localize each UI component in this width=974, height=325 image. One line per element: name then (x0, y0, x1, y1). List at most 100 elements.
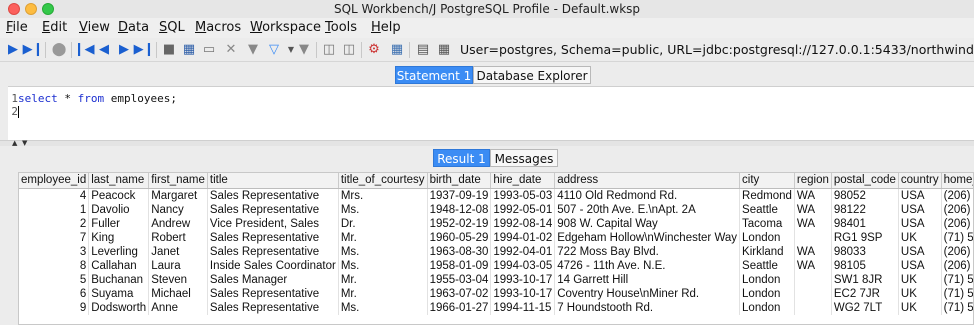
table-cell[interactable]: (71) 555-4848 (941, 273, 973, 287)
table-cell[interactable]: Sales Representative (207, 203, 339, 217)
table-cell[interactable]: Seattle (739, 259, 795, 273)
table-cell[interactable]: 1958-01-09 (427, 259, 492, 273)
table-cell[interactable]: Mrs. (338, 188, 428, 203)
table-cell[interactable]: USA (898, 203, 942, 217)
table-cell[interactable]: Inside Sales Coordinator (207, 259, 339, 273)
table-cell[interactable]: Mr. (338, 231, 428, 245)
table-cell[interactable]: 4110 Old Redmond Rd. (554, 188, 741, 203)
column-header-last-name[interactable]: last_name (88, 173, 150, 189)
column-header-title[interactable]: title (207, 173, 339, 189)
table-cell[interactable]: 507 - 20th Ave. E.\nApt. 2A (554, 203, 741, 217)
table-cell[interactable]: London (739, 287, 795, 301)
menu-help[interactable]: Help (371, 20, 401, 36)
menu-macros[interactable]: Macros (195, 20, 241, 36)
column-header-employee-id[interactable]: employee_id (19, 173, 90, 189)
last-icon[interactable]: ▶❙ (134, 41, 155, 59)
table-cell[interactable]: UK (898, 231, 942, 245)
column-header-region[interactable]: region (794, 173, 832, 189)
table-cell[interactable]: WA (794, 259, 832, 273)
table-cell[interactable]: (71) 555-4444 (941, 301, 973, 315)
menu-sql[interactable]: SQL (159, 20, 185, 36)
table-cell[interactable]: Peacock (88, 188, 150, 203)
table-cell[interactable]: RG1 9SP (831, 231, 899, 245)
table-cell[interactable]: (206) 555-3412 (941, 245, 973, 259)
export-icon[interactable]: ◫ (340, 41, 358, 59)
table-cell[interactable]: (71) 555-7773 (941, 287, 973, 301)
table-cell[interactable]: 98401 (831, 217, 899, 231)
table-cell[interactable]: Mr. (338, 273, 428, 287)
table-cell[interactable]: WA (794, 188, 832, 203)
table-cell[interactable]: Seattle (739, 203, 795, 217)
close-window-button[interactable] (8, 3, 20, 15)
table-cell[interactable] (794, 231, 832, 245)
tab-database-explorer-2[interactable]: Database Explorer 2 (473, 66, 591, 101)
column-header-hire-date[interactable]: hire_date (490, 173, 556, 189)
first-icon[interactable]: ❙◀ (74, 41, 95, 59)
table-cell[interactable]: USA (898, 217, 942, 231)
table-row[interactable]: 1 Davolio Nancy Sales Representative Ms. 1948… (19, 203, 973, 217)
table-cell[interactable]: UK (898, 287, 942, 301)
table-cell[interactable]: USA (898, 188, 942, 203)
table-cell[interactable]: USA (898, 245, 942, 259)
sql-editor[interactable]: 1select * from employees; 2 (8, 86, 974, 140)
table-row[interactable]: 6 Suyama Michael Sales Representative Mr. 196… (19, 287, 973, 301)
table-cell[interactable]: Kirkland (739, 245, 795, 259)
menu-edit[interactable]: Edit (42, 20, 67, 36)
table-cell[interactable]: Ms. (338, 301, 428, 315)
table-cell[interactable]: 1937-09-19 (427, 188, 492, 203)
table-cell[interactable]: 4726 - 11th Ave. N.E. (554, 259, 741, 273)
minimize-window-button[interactable] (25, 3, 37, 15)
table-cell[interactable]: 14 Garrett Hill (554, 273, 741, 287)
table-cell[interactable]: UK (898, 273, 942, 287)
table-cell[interactable]: 7 Houndstooth Rd. (554, 301, 741, 315)
table-cell[interactable]: 1993-05-03 (490, 188, 556, 203)
table-cell[interactable]: 1992-08-14 (490, 217, 556, 231)
table-cell[interactable]: Sales Representative (207, 231, 339, 245)
table-icon[interactable]: ▤ (414, 41, 432, 59)
table-cell[interactable]: UK (898, 301, 942, 315)
tab-statement-1[interactable]: Statement 1 (395, 66, 473, 84)
tab-messages[interactable]: Messages (490, 149, 558, 167)
tab-result-1[interactable]: Result 1 (433, 149, 490, 167)
clear-filter-icon[interactable]: ▼ (295, 41, 313, 59)
execute-current-icon[interactable]: ▶❙ (23, 41, 44, 59)
table-cell[interactable]: Ms. (338, 203, 428, 217)
table-cell[interactable]: Robert (148, 231, 208, 245)
table-cell[interactable]: Redmond (739, 188, 795, 203)
table-cell[interactable]: London (739, 301, 795, 315)
column-header-address[interactable]: address (554, 173, 741, 189)
column-header-home-phone[interactable]: home_phone (941, 173, 973, 189)
table-row[interactable]: 7 King Robert Sales Representative Mr. 1960-0… (19, 231, 973, 245)
zoom-window-button[interactable] (42, 3, 54, 15)
menu-tools[interactable]: Tools (325, 20, 357, 36)
table-cell[interactable] (794, 273, 832, 287)
table-cell[interactable]: WA (794, 217, 832, 231)
table-cell[interactable]: Ms. (338, 245, 428, 259)
table-cell[interactable]: 1966-01-27 (427, 301, 492, 315)
table-cell[interactable]: 98105 (831, 259, 899, 273)
table-cell[interactable]: WA (794, 245, 832, 259)
table-row[interactable]: 8 Callahan Laura Inside Sales Coordinator Ms… (19, 259, 973, 273)
explorer-icon[interactable]: ▦ (388, 41, 406, 59)
table-cell[interactable]: Andrew (148, 217, 208, 231)
next-icon[interactable]: ▶ (115, 41, 133, 59)
table-cell[interactable]: 98052 (831, 188, 899, 203)
table-cell[interactable]: 98122 (831, 203, 899, 217)
column-header-country[interactable]: country (898, 173, 942, 189)
table-cell[interactable]: 1955-03-04 (427, 273, 492, 287)
table-cell[interactable]: 1963-07-02 (427, 287, 492, 301)
table-cell[interactable]: Michael (148, 287, 208, 301)
table-cell[interactable]: Janet (148, 245, 208, 259)
table-cell[interactable]: 6 (19, 287, 90, 301)
table-cell[interactable]: Leverling (88, 245, 150, 259)
table-cell[interactable]: Nancy (148, 203, 208, 217)
table-cell[interactable]: Edgeham Hollow\nWinchester Way (554, 231, 741, 245)
database-icon[interactable]: ◫ (320, 41, 338, 59)
table-cell[interactable]: Steven (148, 273, 208, 287)
table-cell[interactable]: WG2 7LT (831, 301, 899, 315)
table-cell[interactable]: USA (898, 259, 942, 273)
table-row[interactable]: 3 Leverling Janet Sales Representative Ms. 19… (19, 245, 973, 259)
menu-file[interactable]: File (6, 20, 28, 36)
table-cell[interactable]: (206) 555-9857 (941, 203, 973, 217)
copy-row-icon[interactable]: ▭ (200, 41, 218, 59)
